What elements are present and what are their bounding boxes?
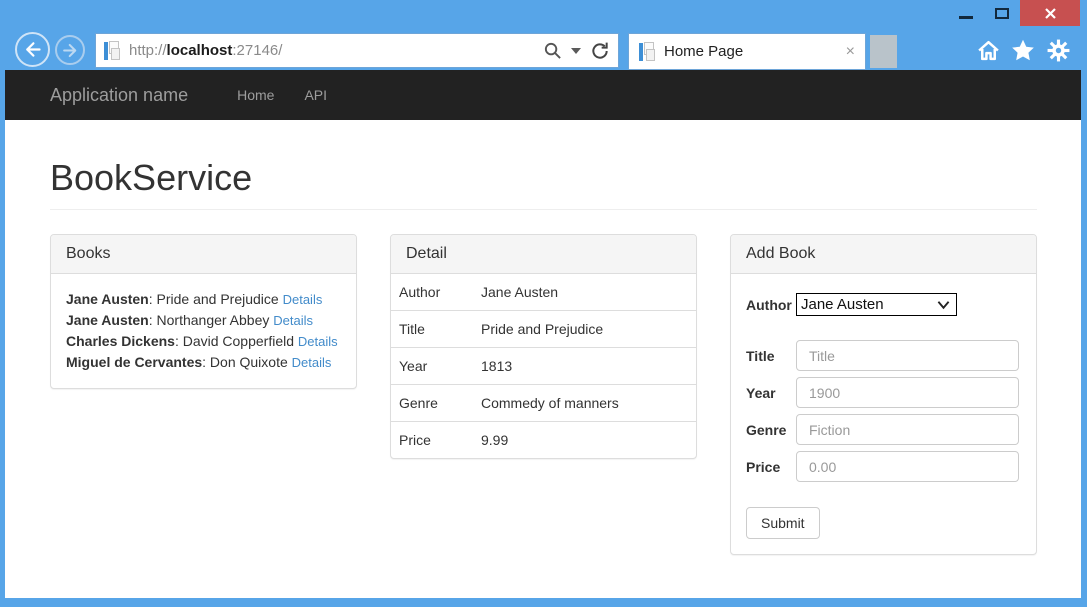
- title-field-label: Title: [746, 348, 796, 364]
- book-details-link[interactable]: Details: [292, 355, 332, 370]
- favorites-button[interactable]: [1010, 37, 1036, 63]
- settings-button[interactable]: [1045, 37, 1071, 63]
- back-button[interactable]: [15, 32, 50, 67]
- book-list-item: Jane Austen: Pride and Prejudice Details: [66, 289, 341, 310]
- detail-row: Price9.99: [391, 422, 696, 459]
- year-input[interactable]: [796, 377, 1019, 408]
- book-details-link[interactable]: Details: [273, 313, 313, 328]
- page-icon: [104, 41, 121, 61]
- book-author: Jane Austen: [66, 291, 149, 307]
- add-book-panel-heading: Add Book: [731, 235, 1036, 274]
- book-details-link[interactable]: Details: [298, 334, 338, 349]
- minimize-icon: [959, 16, 973, 19]
- maximize-button[interactable]: [984, 0, 1020, 26]
- browser-window: http://localhost:27146/ Home Page ×: [0, 0, 1087, 607]
- books-panel: Books Jane Austen: Pride and Prejudice D…: [50, 234, 357, 389]
- close-button[interactable]: [1020, 0, 1080, 26]
- search-dropdown-icon[interactable]: [571, 48, 581, 54]
- price-input[interactable]: [796, 451, 1019, 482]
- title-input[interactable]: [796, 340, 1019, 371]
- search-icon[interactable]: [543, 41, 562, 60]
- detail-row-value: 1813: [473, 348, 696, 385]
- genre-field-label: Genre: [746, 422, 796, 438]
- author-field-label: Author: [746, 297, 796, 313]
- author-select[interactable]: Jane Austen: [796, 293, 957, 316]
- detail-row-label: Price: [391, 422, 473, 459]
- nav-link-home[interactable]: Home: [222, 72, 289, 118]
- page-title: BookService: [50, 157, 1037, 199]
- price-field-label: Price: [746, 459, 796, 475]
- home-icon: [976, 38, 1001, 63]
- tab-title: Home Page: [664, 43, 846, 60]
- content-container: BookService Books Jane Austen: Pride and…: [5, 157, 1081, 555]
- add-book-form: Author Jane Austen Title Year Genre Price S…: [746, 293, 1021, 539]
- title-divider: [50, 209, 1037, 210]
- detail-row-value: 9.99: [473, 422, 696, 459]
- browser-chrome: http://localhost:27146/ Home Page ×: [0, 0, 1087, 70]
- detail-row: TitlePride and Prejudice: [391, 311, 696, 348]
- tab-close-icon[interactable]: ×: [846, 44, 855, 60]
- detail-row-value: Jane Austen: [473, 274, 696, 311]
- detail-row-label: Genre: [391, 385, 473, 422]
- books-panel-heading: Books: [51, 235, 356, 274]
- minimize-button[interactable]: [948, 0, 984, 26]
- url-text[interactable]: http://localhost:27146/: [129, 42, 543, 59]
- detail-panel-heading: Detail: [391, 235, 696, 274]
- book-author: Charles Dickens: [66, 333, 175, 349]
- detail-row-value: Commedy of manners: [473, 385, 696, 422]
- tab-page-icon: [639, 42, 656, 62]
- address-bar[interactable]: http://localhost:27146/: [95, 33, 619, 68]
- app-navbar: Application name Home API: [5, 70, 1081, 120]
- refresh-icon[interactable]: [590, 41, 610, 61]
- nav-link-api[interactable]: API: [289, 72, 342, 118]
- new-tab-button[interactable]: [870, 35, 897, 68]
- detail-row-value: Pride and Prejudice: [473, 311, 696, 348]
- window-controls: [948, 0, 1080, 26]
- book-list-item: Charles Dickens: David Copperfield Detai…: [66, 331, 341, 352]
- forward-arrow-icon: [61, 41, 80, 60]
- book-list-item: Jane Austen: Northanger Abbey Details: [66, 310, 341, 331]
- select-chevron-icon: [937, 300, 950, 310]
- detail-row-label: Author: [391, 274, 473, 311]
- star-icon: [1010, 37, 1036, 63]
- book-author: Miguel de Cervantes: [66, 354, 202, 370]
- gear-icon: [1046, 38, 1071, 63]
- detail-row-label: Title: [391, 311, 473, 348]
- book-author: Jane Austen: [66, 312, 149, 328]
- book-details-link[interactable]: Details: [283, 292, 323, 307]
- detail-row: Year1813: [391, 348, 696, 385]
- genre-input[interactable]: [796, 414, 1019, 445]
- detail-panel: Detail AuthorJane AustenTitlePride and P…: [390, 234, 697, 459]
- home-button[interactable]: [975, 37, 1001, 63]
- page-viewport: Application name Home API BookService Bo…: [5, 70, 1081, 598]
- detail-row: AuthorJane Austen: [391, 274, 696, 311]
- browser-tab[interactable]: Home Page ×: [628, 33, 866, 70]
- add-book-panel: Add Book Author Jane Austen Title Year Gen…: [730, 234, 1037, 555]
- books-list: Jane Austen: Pride and Prejudice Details…: [66, 289, 341, 373]
- author-selected-value: Jane Austen: [801, 296, 884, 313]
- forward-button[interactable]: [55, 35, 85, 65]
- back-arrow-icon: [22, 39, 43, 60]
- book-list-item: Miguel de Cervantes: Don Quixote Details: [66, 352, 341, 373]
- submit-button[interactable]: Submit: [746, 507, 820, 539]
- detail-row: GenreCommedy of manners: [391, 385, 696, 422]
- detail-row-label: Year: [391, 348, 473, 385]
- navbar-brand[interactable]: Application name: [50, 85, 188, 106]
- year-field-label: Year: [746, 385, 796, 401]
- close-icon: [1044, 7, 1057, 20]
- maximize-icon: [995, 8, 1009, 19]
- detail-table: AuthorJane AustenTitlePride and Prejudic…: [391, 274, 696, 458]
